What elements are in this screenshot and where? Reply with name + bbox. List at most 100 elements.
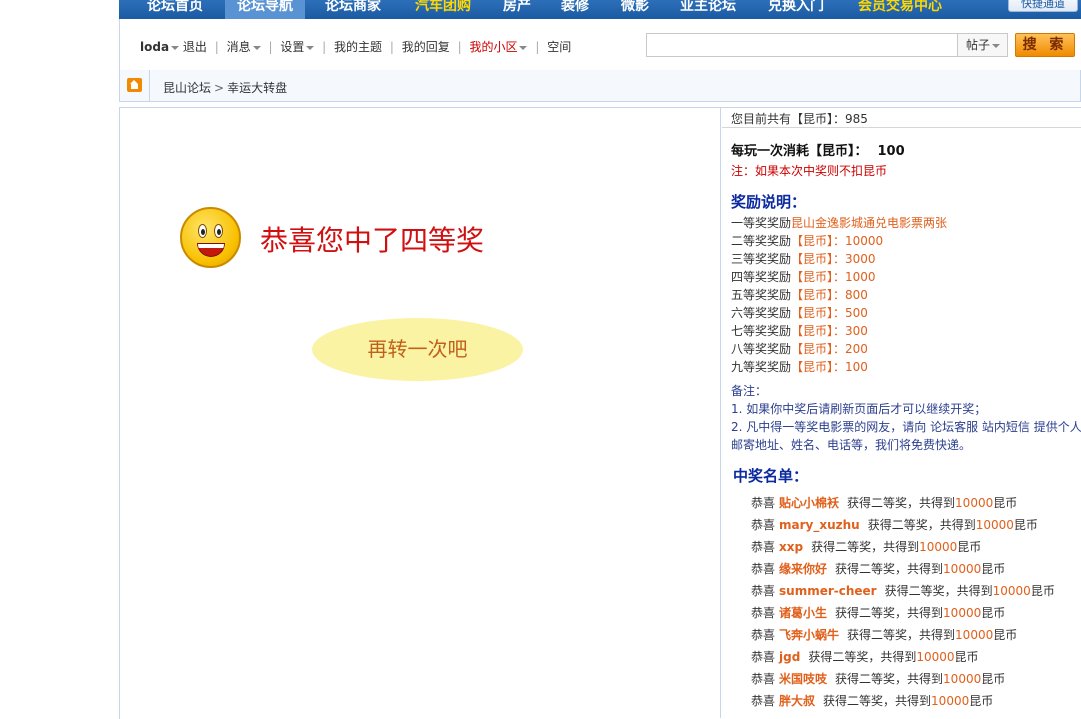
winner-amount: 10000 — [943, 606, 982, 620]
logout-link[interactable]: 退出 — [183, 40, 207, 54]
reward-detail: 【昆币】：100 — [791, 360, 868, 374]
winner-name[interactable]: 缘来你好 — [779, 562, 827, 576]
nav-item-car-group[interactable]: 汽车团购 — [415, 0, 471, 19]
winner-amount: 10000 — [975, 518, 1014, 532]
nav-item-member-trade[interactable]: 会员交易中心 — [858, 0, 942, 19]
breadcrumb-item-wheel[interactable]: 幸运大转盘 — [227, 81, 287, 95]
winner-unit: 昆币 — [1030, 584, 1055, 598]
reward-row: 五等奖奖励【昆币】：800 — [731, 286, 947, 304]
search-input[interactable] — [646, 33, 958, 57]
smiley-eye-left — [198, 224, 207, 238]
winner-prize: 获得二等奖，共得到 — [847, 628, 956, 642]
breadcrumb-item-forum[interactable]: 昆山论坛 — [163, 81, 211, 95]
winner-prefix: 恭喜 — [751, 694, 776, 708]
username-menu[interactable]: loda — [140, 40, 169, 54]
winner-amount: 10000 — [955, 628, 994, 642]
settings-menu[interactable]: 设置 — [280, 40, 304, 54]
winner-prize: 获得二等奖，共得到 — [835, 672, 944, 686]
remarks: 备注： 1. 如果你中奖后请刷新页面后才可以继续开奖； 2. 凡中得一等奖电影票… — [731, 382, 1081, 454]
winner-name[interactable]: jgd — [779, 650, 800, 664]
winner-prize: 获得二等奖，共得到 — [867, 518, 976, 532]
winner-name[interactable]: 飞奔小蜗牛 — [779, 628, 839, 642]
reward-level: 八等奖奖励 — [731, 342, 792, 356]
divider: | — [457, 40, 462, 54]
search-type-select[interactable]: 帖子 — [958, 33, 1008, 57]
nav-item-merchants[interactable]: 论坛商家 — [325, 0, 381, 19]
nav-item-micro-film[interactable]: 微影 — [621, 0, 649, 19]
chevron-down-icon — [992, 43, 1001, 48]
main-content: 恭喜您中了四等奖 再转一次吧 您目前共有【昆币】：985 每玩一次消耗【昆币】：… — [119, 107, 1081, 719]
winner-unit: 昆币 — [969, 694, 994, 708]
reward-row: 九等奖奖励【昆币】：100 — [731, 358, 947, 376]
top-nav: 论坛首页 论坛导航 论坛商家 汽车团购 房产 装修 微影 业主论坛 兑换入门 会… — [119, 0, 1081, 19]
nav-item-decoration[interactable]: 装修 — [561, 0, 589, 19]
nav-item-forum-nav[interactable]: 论坛导航 — [225, 0, 305, 19]
winner-prefix: 恭喜 — [751, 496, 776, 510]
reward-level: 四等奖奖励 — [731, 270, 792, 284]
winner-name[interactable]: 胖大叔 — [779, 694, 815, 708]
reward-detail: 【昆币】：200 — [791, 342, 868, 356]
winner-unit: 昆币 — [981, 672, 1006, 686]
reward-detail: 【昆币】：3000 — [791, 252, 876, 266]
reward-level: 一等奖奖励 — [731, 216, 792, 230]
reward-row: 七等奖奖励【昆币】：300 — [731, 322, 947, 340]
chevron-down-icon — [306, 45, 315, 50]
winner-name[interactable]: summer-cheer — [779, 584, 877, 598]
search-button[interactable]: 搜 索 — [1015, 33, 1075, 57]
reward-row: 三等奖奖励【昆币】：3000 — [731, 250, 947, 268]
winner-prize: 获得二等奖，共得到 — [884, 584, 993, 598]
home-icon — [127, 78, 142, 92]
nav-item-owner-forum[interactable]: 业主论坛 — [680, 0, 736, 19]
space-link[interactable]: 空间 — [547, 40, 571, 54]
spin-again-button[interactable]: 再转一次吧 — [312, 318, 523, 381]
reward-row: 四等奖奖励【昆币】：1000 — [731, 268, 947, 286]
divider: | — [389, 40, 394, 54]
winner-prefix: 恭喜 — [751, 562, 776, 576]
winner-unit: 昆币 — [981, 606, 1006, 620]
winner-prize: 获得二等奖，共得到 — [835, 562, 944, 576]
winner-row: 恭喜 xxp 获得二等奖，共得到10000昆币 — [751, 536, 1055, 558]
nav-item-realestate[interactable]: 房产 — [503, 0, 531, 19]
messages-menu[interactable]: 消息 — [227, 40, 251, 54]
remarks-title: 备注： — [731, 384, 768, 398]
reward-level: 三等奖奖励 — [731, 252, 792, 266]
winner-amount: 10000 — [931, 694, 970, 708]
breadcrumb: 昆山论坛 > 幸运大转盘 — [119, 70, 1081, 102]
rewards-list: 一等奖奖励昆山金逸影城通兑电影票两张 二等奖奖励【昆币】：10000 三等奖奖励… — [731, 214, 947, 376]
winners-list: 恭喜 贴心小棉袄 获得二等奖，共得到10000昆币 恭喜 mary_xuzhu 获得二等… — [751, 492, 1055, 712]
winner-row: 恭喜 缘来你好 获得二等奖，共得到10000昆币 — [751, 558, 1055, 580]
winner-prefix: 恭喜 — [751, 606, 776, 620]
nav-item-exchange[interactable]: 兑换入门 — [768, 0, 824, 19]
result-pane: 恭喜您中了四等奖 再转一次吧 — [120, 108, 721, 718]
my-community-menu[interactable]: 我的小区 — [469, 40, 517, 54]
winner-row: 恭喜 飞奔小蜗牛 获得二等奖，共得到10000昆币 — [751, 624, 1055, 646]
winner-name[interactable]: 贴心小棉袄 — [779, 496, 839, 510]
info-sidebar: 您目前共有【昆币】：985 每玩一次消耗【昆币】： 100 注：如果本次中奖则不扣… — [722, 108, 1081, 718]
winner-prize: 获得二等奖，共得到 — [823, 694, 932, 708]
quick-access-button[interactable]: 快捷通道 — [1008, 0, 1078, 12]
my-replies-link[interactable]: 我的回复 — [402, 40, 450, 54]
reward-detail: 昆山金逸影城通兑电影票两张 — [791, 216, 948, 230]
coin-balance: 您目前共有【昆币】：985 — [731, 112, 868, 126]
winner-name[interactable]: xxp — [779, 540, 803, 554]
winner-row: 恭喜 胖大叔 获得二等奖，共得到10000昆币 — [751, 690, 1055, 712]
winner-name[interactable]: 诸葛小生 — [779, 606, 827, 620]
winner-amount: 10000 — [919, 540, 958, 554]
winner-unit: 昆币 — [957, 540, 982, 554]
winner-prefix: 恭喜 — [751, 518, 776, 532]
my-topics-link[interactable]: 我的主题 — [334, 40, 382, 54]
chevron-down-icon — [519, 45, 528, 50]
winner-row: 恭喜 jgd 获得二等奖，共得到10000昆币 — [751, 646, 1055, 668]
cost-per-play: 每玩一次消耗【昆币】： 100 — [731, 140, 905, 159]
winner-row: 恭喜 mary_xuzhu 获得二等奖，共得到10000昆币 — [751, 514, 1055, 536]
winner-unit: 昆币 — [954, 650, 979, 664]
divider: | — [268, 40, 273, 54]
winner-name[interactable]: mary_xuzhu — [779, 518, 860, 532]
reward-detail: 【昆币】：1000 — [791, 270, 876, 284]
winner-name[interactable]: 米国吱吱 — [779, 672, 827, 686]
user-links: loda 退出 | 消息 | 设置 | 我的主题 | 我的回复 | 我的小区 |… — [140, 38, 571, 55]
nav-item-forum-home[interactable]: 论坛首页 — [147, 0, 203, 19]
cost-label: 每玩一次消耗【昆币】： — [731, 144, 868, 159]
home-link[interactable] — [120, 70, 150, 101]
breadcrumb-path: 昆山论坛 > 幸运大转盘 — [163, 79, 287, 96]
